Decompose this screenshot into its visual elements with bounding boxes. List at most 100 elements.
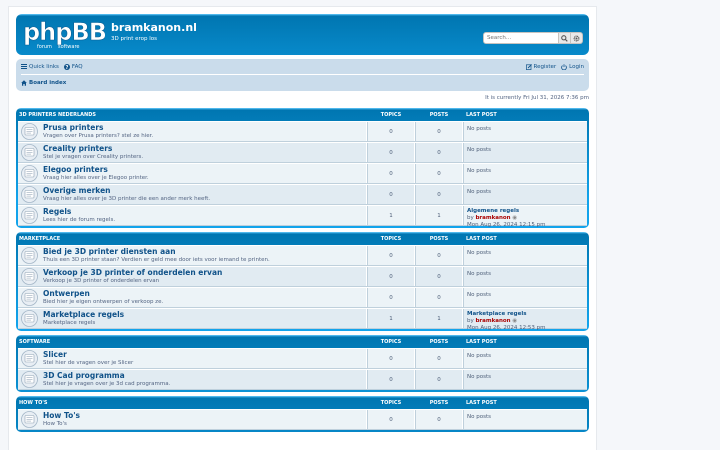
forum-title-link[interactable]: Elegoo printers xyxy=(43,165,149,174)
login-label: Login xyxy=(569,63,584,70)
forum-name-cell: Verkoop je 3D printer of onderdelen erva… xyxy=(18,267,367,286)
forum-title-link[interactable]: Regels xyxy=(43,207,115,216)
category-header: Marketplace Topics Posts Last post xyxy=(18,232,587,245)
forum-row[interactable]: Ontwerpen Bied hier je eigen ontwerpen of… xyxy=(18,287,587,308)
forum-read-icon xyxy=(21,411,38,428)
forum-info: Bied je 3D printer diensten aan Thuis een… xyxy=(43,247,270,264)
no-posts-text: No posts xyxy=(467,374,491,380)
category-block: Marketplace Topics Posts Last post Bied je 3… xyxy=(16,232,589,331)
category-title[interactable]: 3D printers Nederlands xyxy=(18,112,367,118)
forum-read-icon xyxy=(21,247,38,264)
site-logo[interactable]: phpBB forum software xyxy=(23,18,108,50)
category-block: How to's Topics Posts Last post How To's How … xyxy=(16,396,589,432)
last-post-title[interactable]: Marketplace regels xyxy=(467,311,587,318)
forum-read-icon xyxy=(21,310,38,327)
forum-description: How To's xyxy=(43,420,67,427)
posts-column-header: Posts xyxy=(429,235,449,242)
posts-column-header: Posts xyxy=(429,399,449,406)
forum-row[interactable]: Creality printers Stel je vragen over Cre… xyxy=(18,142,587,163)
login-link[interactable]: Login xyxy=(561,64,584,70)
topics-column-header: Topics xyxy=(380,111,402,118)
view-latest-post-icon[interactable]: ◉ xyxy=(512,318,517,324)
quick-links-label: Quick links xyxy=(29,63,59,70)
forum-title-link[interactable]: Verkoop je 3D printer of onderdelen erva… xyxy=(43,268,222,277)
last-post-column-header: Last post xyxy=(466,338,497,345)
forum-info: How To's How To's xyxy=(43,411,80,428)
topics-count: 1 xyxy=(367,309,415,328)
forum-title-link[interactable]: Ontwerpen xyxy=(43,289,163,298)
advanced-search-button[interactable] xyxy=(571,32,583,44)
last-post-cell: No posts xyxy=(463,143,587,162)
forum-title-link[interactable]: Bied je 3D printer diensten aan xyxy=(43,247,270,256)
last-post-date: Mon Aug 26, 2024 12:53 pm xyxy=(467,324,546,331)
last-post-title[interactable]: Algemene regels xyxy=(467,208,587,215)
forum-row[interactable]: Bied je 3D printer diensten aan Thuis een… xyxy=(18,245,587,266)
svg-text:forum: forum xyxy=(37,44,52,49)
hamburger-icon xyxy=(21,64,27,69)
last-post-cell: No posts xyxy=(463,267,587,286)
forum-list: 3D printers Nederlands Topics Posts Last po… xyxy=(16,108,589,432)
last-post-author[interactable]: bramkanon xyxy=(476,215,511,221)
gear-icon xyxy=(573,35,580,41)
search-button[interactable] xyxy=(559,32,571,44)
forum-description: Verkoop je 3D printer of onderdelen erva… xyxy=(43,277,160,284)
forum-info: Verkoop je 3D printer of onderdelen erva… xyxy=(43,268,222,285)
forum-title-link[interactable]: How To's xyxy=(43,411,80,420)
forum-name-cell: Prusa printers Vragen over Prusa printers… xyxy=(18,122,367,141)
page-wrap: phpBB forum software bramkanon.nl 3D pri… xyxy=(8,6,597,450)
forum-description: Vraag hier alles over je Elegoo printer. xyxy=(43,174,149,181)
view-latest-post-icon[interactable]: ◉ xyxy=(512,215,517,221)
posts-count: 1 xyxy=(415,206,463,225)
forum-info: Overige merken Vraag hier alles over je 3… xyxy=(43,186,211,203)
forum-title-link[interactable]: Prusa printers xyxy=(43,123,153,132)
forum-row[interactable]: 3D Cad programma Stel hier je vragen over… xyxy=(18,369,587,390)
faq-link[interactable]: ? FAQ xyxy=(63,63,83,70)
forum-info: Regels Lees hier de forum regels. xyxy=(43,207,115,224)
forum-info: Creality printers Stel je vragen over Cre… xyxy=(43,144,143,161)
forum-row[interactable]: Prusa printers Vragen over Prusa printers… xyxy=(18,121,587,142)
category-title[interactable]: Marketplace xyxy=(18,236,367,242)
quick-links-menu[interactable]: Quick links xyxy=(21,64,59,70)
forum-title-link[interactable]: Marketplace regels xyxy=(43,310,124,319)
search-icon xyxy=(561,34,568,42)
forum-title-link[interactable]: 3D Cad programma xyxy=(43,371,170,380)
posts-count: 0 xyxy=(415,164,463,183)
forum-row[interactable]: Regels Lees hier de forum regels. 1 1 Algeme… xyxy=(18,205,587,228)
category-title[interactable]: Software xyxy=(18,339,367,345)
forum-name-cell: Regels Lees hier de forum regels. xyxy=(18,206,367,225)
forum-name-cell: How To's How To's xyxy=(18,410,367,429)
last-post-by: by xyxy=(467,214,474,221)
forum-row[interactable]: Slicer Stel hier de vragen over je Slicer… xyxy=(18,348,587,369)
forum-title-link[interactable]: Creality printers xyxy=(43,144,143,153)
search-input[interactable] xyxy=(483,32,559,44)
forum-name-cell: Bied je 3D printer diensten aan Thuis een… xyxy=(18,246,367,265)
forum-title-link[interactable]: Slicer xyxy=(43,350,133,359)
last-post-author[interactable]: bramkanon xyxy=(476,318,511,324)
power-icon xyxy=(561,63,567,70)
forum-name-cell: Overige merken Vraag hier alles over je 3… xyxy=(18,185,367,204)
last-post-column-header: Last post xyxy=(466,399,497,406)
category-title[interactable]: How to's xyxy=(18,400,367,406)
forum-row[interactable]: How To's How To's 0 0 No posts xyxy=(18,409,587,430)
forum-description: Vraag hier alles over je 3D printer die … xyxy=(43,195,211,202)
register-link[interactable]: Register xyxy=(525,64,556,70)
no-posts-text: No posts xyxy=(467,353,491,359)
topics-count: 0 xyxy=(367,410,415,429)
forum-row[interactable]: Marketplace regels Marketplace regels 1 1 Ma… xyxy=(18,308,587,331)
topics-count: 0 xyxy=(367,143,415,162)
forum-info: Elegoo printers Vraag hier alles over je … xyxy=(43,165,149,182)
breadcrumb-board-index[interactable]: Board index xyxy=(21,80,66,86)
site-title[interactable]: bramkanon.nl xyxy=(111,21,197,34)
forum-name-cell: Elegoo printers Vraag hier alles over je … xyxy=(18,164,367,183)
forum-read-icon xyxy=(21,350,38,367)
header-bar: phpBB forum software bramkanon.nl 3D pri… xyxy=(16,14,589,55)
svg-text:software: software xyxy=(58,44,79,49)
forum-row[interactable]: Verkoop je 3D printer of onderdelen erva… xyxy=(18,266,587,287)
last-post-column-header: Last post xyxy=(466,235,497,242)
forum-name-cell: 3D Cad programma Stel hier je vragen over… xyxy=(18,370,367,389)
posts-column-header: Posts xyxy=(429,111,449,118)
forum-title-link[interactable]: Overige merken xyxy=(43,186,210,195)
forum-row[interactable]: Elegoo printers Vraag hier alles over je … xyxy=(18,163,587,184)
forum-row[interactable]: Overige merken Vraag hier alles over je 3… xyxy=(18,184,587,205)
current-time: It is currently Fri Jul 31, 2026 7:36 pm xyxy=(485,95,589,101)
